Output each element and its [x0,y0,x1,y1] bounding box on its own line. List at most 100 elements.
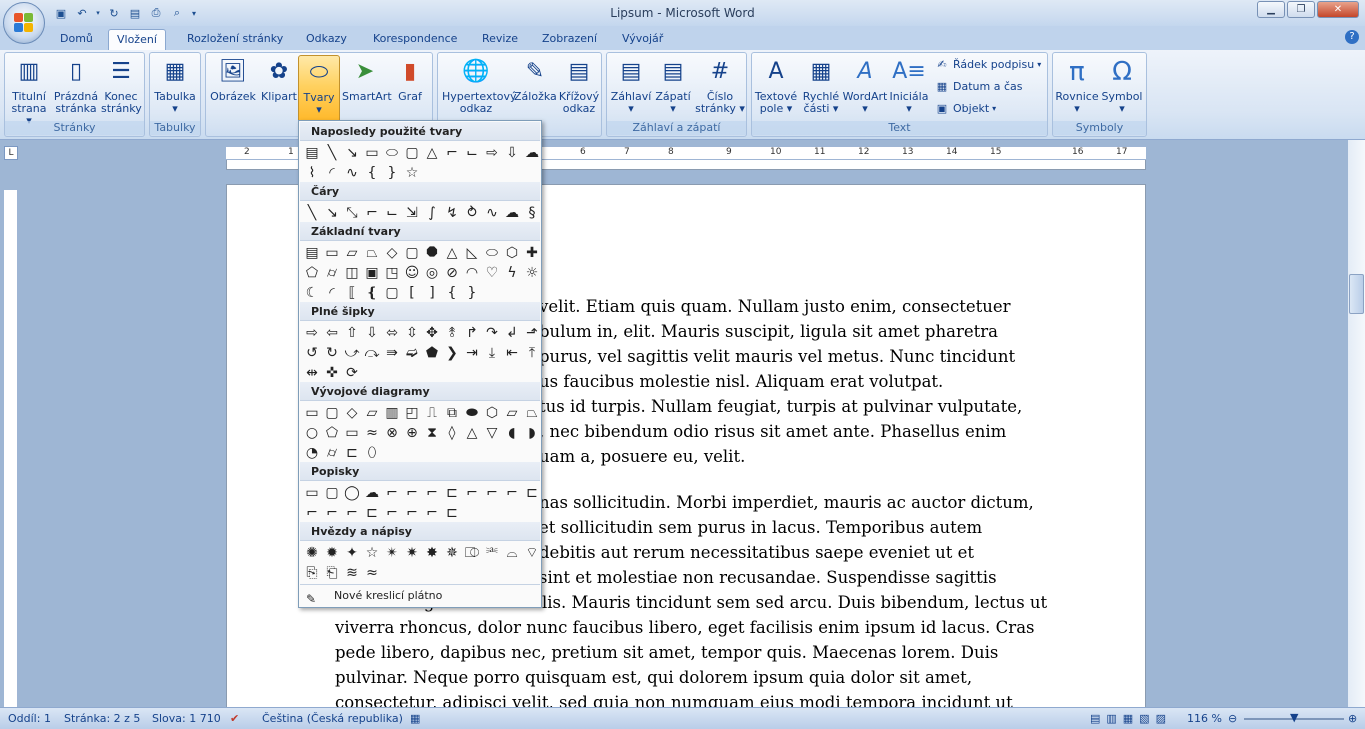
smartart-button[interactable]: ➤ SmartArt [342,57,392,103]
folded-corner-icon[interactable]: ◳ [382,263,402,283]
pentagon-icon[interactable]: ⬠ [302,263,322,283]
tab-mailings[interactable]: Korespondence [365,29,465,50]
can-icon[interactable]: ⌭ [322,263,342,283]
tab-review[interactable]: Revize [474,29,526,50]
right-arrow-callout-icon[interactable]: ⇥ [462,343,482,363]
left-right-arrow-icon[interactable]: ⬄ [382,323,402,343]
star-shape-icon[interactable]: ☆ [402,163,422,183]
horizontal-scroll-icon[interactable]: ⎗ [322,563,342,583]
summing-junction-icon[interactable]: ⊗ [382,423,402,443]
equation-button[interactable]: π Rovnice ▾ [1055,57,1099,115]
minimize-button[interactable]: ▁ [1257,1,1285,18]
curved-up-arrow-icon[interactable]: ⤻ [342,343,362,363]
rectangle-shape-icon[interactable]: ▭ [362,143,382,163]
rounded-rect-shape-icon[interactable]: ▢ [402,143,422,163]
close-button[interactable]: ✕ [1317,1,1359,18]
left-right-up-arrow-icon[interactable]: ⥉ [442,323,462,343]
status-page[interactable]: Stránka: 2 z 5 [64,712,140,725]
down-ribbon-icon[interactable]: ⎃ [482,543,502,563]
star-32-icon[interactable]: ✵ [442,543,462,563]
bent-up-arrow-icon[interactable]: ⬏ [522,323,542,343]
left-bracket-icon[interactable]: [ [402,283,422,303]
freeform-shape-icon[interactable]: ☁ [522,143,542,163]
double-bracket-icon[interactable]: ⟦ [342,283,362,303]
elbow-double-arrow-icon[interactable]: ⇲ [402,203,422,223]
star-16-icon[interactable]: ✷ [402,543,422,563]
delay-icon[interactable]: ◗ [522,423,542,443]
tab-home[interactable]: Domů [52,29,101,50]
diamond-icon[interactable]: ◇ [382,243,402,263]
donut-icon[interactable]: ◎ [422,263,442,283]
textbox-shape-icon[interactable]: ▤ [302,143,322,163]
parallelogram-icon[interactable]: ▱ [342,243,362,263]
triangle-shape-icon[interactable]: △ [422,143,442,163]
vertical-ruler[interactable] [4,190,18,710]
curved-connector-icon[interactable]: ∫ [422,203,442,223]
quick-parts-button[interactable]: ▦ Rychlé části ▾ [800,57,842,115]
hexagon-icon[interactable]: ⬡ [502,243,522,263]
quad-arrow-callout-icon[interactable]: ✜ [322,363,342,383]
offpage-connector-icon[interactable]: ⬠ [322,423,342,443]
arrow-line-shape-icon[interactable]: ↘ [342,143,362,163]
line-callout-13-icon[interactable]: ⌐ [382,503,402,523]
down-arrow-callout-icon[interactable]: ⤓ [482,343,502,363]
rectangle-icon[interactable]: ▭ [322,243,342,263]
document-icon[interactable]: ⎍ [422,403,442,423]
shapes-button[interactable]: ⬭ Tvary ▾ [298,55,340,123]
footer-button[interactable]: ▤ Zápatí ▾ [653,57,693,115]
macro-record-icon[interactable]: ▦ [410,712,420,725]
curved-up-ribbon-icon[interactable]: ⌓ [502,543,522,563]
octagon-icon[interactable]: ⯃ [422,243,442,263]
status-language[interactable]: Čeština (Česká republika) [262,712,403,725]
display-icon[interactable]: ⬯ [362,443,382,463]
process-icon[interactable]: ▭ [302,403,322,423]
drop-cap-button[interactable]: A≡ Iniciála ▾ [888,57,930,115]
curved-right-arrow-icon[interactable]: ↺ [302,343,322,363]
u-turn-arrow-icon[interactable]: ↷ [482,323,502,343]
blank-page-button[interactable]: ▯ Prázdná stránka [53,57,99,115]
freeform-icon[interactable]: ☁ [502,203,522,223]
line-callout-16-icon[interactable]: ⊏ [442,503,462,523]
trapezoid-icon[interactable]: ⏢ [362,243,382,263]
direct-access-icon[interactable]: ⊏ [342,443,362,463]
zoom-in-icon[interactable]: ⊕ [1348,712,1357,725]
left-up-arrow-icon[interactable]: ↲ [502,323,522,343]
line-callout-10-icon[interactable]: ⌐ [322,503,342,523]
up-arrow-callout-icon[interactable]: ⤒ [522,343,542,363]
elbow-arrow-connector-icon[interactable]: ⌙ [382,203,402,223]
status-section[interactable]: Oddíl: 1 [8,712,51,725]
heart-icon[interactable]: ♡ [482,263,502,283]
right-arrow-icon[interactable]: ⇨ [302,323,322,343]
right-triangle-icon[interactable]: ◺ [462,243,482,263]
arc-shape-icon[interactable]: ◜ [322,163,342,183]
manual-operation-icon[interactable]: ⏢ [522,403,542,423]
object-button[interactable]: ▣ Objekt ▾ [934,101,996,117]
double-brace-icon[interactable]: ❴ [362,283,382,303]
brace-right-icon[interactable]: } [382,163,402,183]
alternate-process-icon[interactable]: ▢ [322,403,342,423]
line-callout-5-icon[interactable]: ⌐ [462,483,482,503]
terminator-icon[interactable]: ⬬ [462,403,482,423]
header-button[interactable]: ▤ Záhlaví ▾ [609,57,653,115]
sort-icon[interactable]: ◊ [442,423,462,443]
line-callout-12-icon[interactable]: ⊏ [362,503,382,523]
curve-connector-icon[interactable]: ⌇ [302,163,322,183]
page-number-button[interactable]: # Číslo stránky ▾ [695,57,745,115]
zoom-slider-thumb[interactable]: ▼ [1290,711,1298,724]
left-brace-icon[interactable]: { [442,283,462,303]
smiley-icon[interactable]: ☺ [402,263,422,283]
oval-icon[interactable]: ⬭ [482,243,502,263]
vertical-scroll-icon[interactable]: ⎘ [302,563,322,583]
page-break-button[interactable]: ☰ Konec stránky [101,57,142,115]
chart-button[interactable]: ▮ Graf [392,57,428,103]
bent-arrow-icon[interactable]: ↱ [462,323,482,343]
curve-icon[interactable]: ∿ [482,203,502,223]
manual-input-icon[interactable]: ⏥ [502,403,522,423]
explosion-2-icon[interactable]: ✹ [322,543,342,563]
restore-button[interactable]: ❐ [1287,1,1315,18]
line-callout-14-icon[interactable]: ⌐ [402,503,422,523]
isosceles-triangle-icon[interactable]: △ [442,243,462,263]
hyperlink-button[interactable]: 🌐 Hypertextový odkaz [442,57,517,115]
up-ribbon-icon[interactable]: ⎄ [462,543,482,563]
magnetic-disk-icon[interactable]: ⌭ [322,443,342,463]
